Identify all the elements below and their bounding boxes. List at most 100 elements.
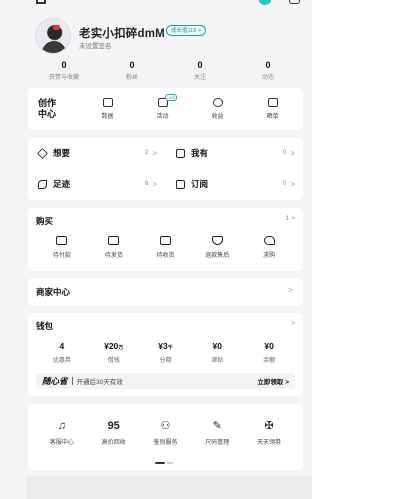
stats-bar: 0 获赞与收藏 0 粉丝 0 关注 0 动态 [30, 60, 302, 84]
page-dot-active [155, 462, 165, 464]
services-row: ♫ 客服中心 95 高价回收 ⚇ 鉴别服务 ✎ 尺码管理 ✠ 天天领券 [36, 419, 295, 446]
creator-item-activity[interactable]: LIVE 活动 [135, 94, 190, 126]
profile-screen: 老实小扣碎dmM 成长值118 > 未设置签名 0 获赞与收藏 0 粉丝 0 关… [0, 0, 312, 499]
footprint-icon [38, 179, 47, 189]
wallet-value: ¥20万 [104, 341, 124, 351]
username[interactable]: 老实小扣碎dmM [79, 25, 165, 41]
promo-divider [71, 377, 73, 385]
chart-icon [102, 98, 113, 107]
purchase-title[interactable]: 购买 [36, 215, 53, 227]
stat-value: 0 [61, 60, 67, 70]
claim-now-button[interactable]: 立即领取 > [257, 376, 289, 386]
avatar-decoration [53, 25, 60, 30]
service-label: 客服中心 [49, 440, 74, 446]
wallet-allowance[interactable]: ¥0 津贴 [191, 341, 243, 364]
chevron-right-icon[interactable]: > [291, 320, 295, 327]
shortcut-count: 2 [144, 150, 149, 156]
stat-label: 关注 [193, 75, 206, 81]
membership-promo-banner[interactable]: 随心省 开通后30天有效 立即领取 > [36, 373, 295, 389]
stat-following[interactable]: 0 关注 [166, 60, 234, 84]
stat-value: 0 [265, 60, 271, 70]
chevron-right-icon: > [287, 285, 293, 295]
service-authentication[interactable]: ⚇ 鉴别服务 [140, 419, 192, 446]
creator-item-data[interactable]: 数据 [80, 94, 135, 126]
purchase-item-refund[interactable]: 退款售后 [191, 236, 243, 259]
chevron-right-icon: > [152, 148, 157, 158]
purchase-item-label: 待收货 [156, 253, 175, 259]
back-icon[interactable] [36, 0, 46, 4]
merchant-center-title: 商家中心 [36, 287, 71, 297]
purchase-item-to-ship[interactable]: 待发货 [88, 236, 140, 259]
purchase-item-wanted[interactable]: 求购 [243, 236, 295, 259]
wallet-installment[interactable]: ¥3千 分期 [140, 341, 192, 364]
stat-label: 动态 [261, 75, 274, 81]
shield-icon [211, 236, 223, 245]
ticket-icon: ✠ [264, 420, 274, 432]
purchase-item-label: 求购 [263, 253, 276, 259]
growth-value-badge[interactable]: 成长值118 > [166, 25, 207, 36]
wallet-coupons[interactable]: 4 优惠券 [36, 341, 88, 364]
shortcut-count: 6 [144, 181, 149, 187]
service-recycle[interactable]: 95 高价回收 [88, 419, 140, 446]
creator-item-label: 晒单 [266, 114, 279, 120]
wallet-label: 分期 [159, 358, 172, 364]
cart-icon[interactable] [289, 0, 300, 4]
shortcut-subscribe[interactable]: 订阅 0 > [166, 169, 303, 199]
creator-center-title[interactable]: 创作 中心 [38, 98, 56, 120]
creator-item-label: 收益 [211, 114, 224, 120]
creator-title-line2: 中心 [38, 109, 57, 119]
purchase-count[interactable]: 1 > [286, 215, 295, 222]
page-indicator [155, 462, 175, 464]
star-icon [37, 147, 48, 159]
shortcut-footprint[interactable]: 足迹 6 > [28, 169, 165, 199]
box-icon [108, 236, 120, 245]
wallet-card: 钱包 > 4 优惠券 ¥20万 借钱 ¥3千 分期 ¥0 津贴 ¥0 余额 随心… [28, 313, 303, 396]
bottom-bar [26, 476, 312, 499]
flag-icon: LIVE [157, 94, 178, 107]
shortcut-label: 想要 [53, 148, 71, 158]
creator-item-earnings[interactable]: 收益 [190, 94, 245, 126]
service-label: 鉴别服务 [153, 440, 178, 446]
purchase-item-to-receive[interactable]: 待收货 [140, 236, 192, 259]
promo-brand: 随心省 [42, 376, 68, 386]
signature[interactable]: 未设置签名 [79, 40, 112, 50]
notification-icon[interactable] [259, 0, 271, 5]
shortcut-label: 订阅 [191, 179, 209, 189]
service-label: 尺码管理 [205, 440, 230, 446]
stat-likes[interactable]: 0 获赞与收藏 [30, 60, 98, 84]
wallet-label: 优惠券 [52, 358, 71, 364]
purchase-item-unpaid[interactable]: 待付款 [36, 236, 88, 259]
wallet-title[interactable]: 钱包 [36, 320, 53, 332]
wallet-loan[interactable]: ¥20万 借钱 [88, 341, 140, 364]
creator-title-line1: 创作 [38, 98, 57, 108]
recycle-95-icon: 95 [107, 420, 120, 432]
page-dot [167, 462, 173, 464]
shortcut-count: 0 [282, 181, 287, 187]
merchant-center-row[interactable]: 商家中心 > [28, 278, 303, 306]
stat-value: 0 [129, 60, 135, 70]
avatar[interactable] [35, 18, 71, 54]
wallet-balance[interactable]: ¥0 余额 [243, 341, 295, 364]
shortcut-wants[interactable]: 想要 2 > [28, 138, 165, 168]
shortcut-have[interactable]: 我有 0 > [166, 138, 303, 168]
shortcut-label: 足迹 [53, 179, 71, 189]
plus-icon [176, 179, 185, 189]
service-size-management[interactable]: ✎ 尺码管理 [191, 419, 243, 446]
stat-fans[interactable]: 0 粉丝 [98, 60, 166, 84]
ruler-icon: ✎ [212, 420, 222, 432]
wallet-value: ¥0 [212, 341, 223, 351]
service-label: 天天领券 [257, 440, 282, 446]
creator-center-card: 创作 中心 数据 LIVE 活动 收益 晒单 [28, 88, 303, 130]
inspector-icon: ⚇ [160, 420, 171, 432]
coin-icon [212, 98, 223, 107]
wallet-label: 余额 [263, 358, 276, 364]
service-customer-center[interactable]: ♫ 客服中心 [36, 419, 88, 446]
stat-label: 获赞与收藏 [48, 75, 79, 81]
stat-posts[interactable]: 0 动态 [234, 60, 302, 84]
truck-icon [159, 236, 171, 245]
creator-item-label: 活动 [156, 114, 169, 120]
creator-item-showcase[interactable]: 晒单 [245, 94, 300, 126]
service-daily-coupons[interactable]: ✠ 天天领券 [243, 419, 295, 446]
stat-label: 粉丝 [125, 75, 138, 81]
services-card: ♫ 客服中心 95 高价回收 ⚇ 鉴别服务 ✎ 尺码管理 ✠ 天天领券 [28, 404, 303, 470]
